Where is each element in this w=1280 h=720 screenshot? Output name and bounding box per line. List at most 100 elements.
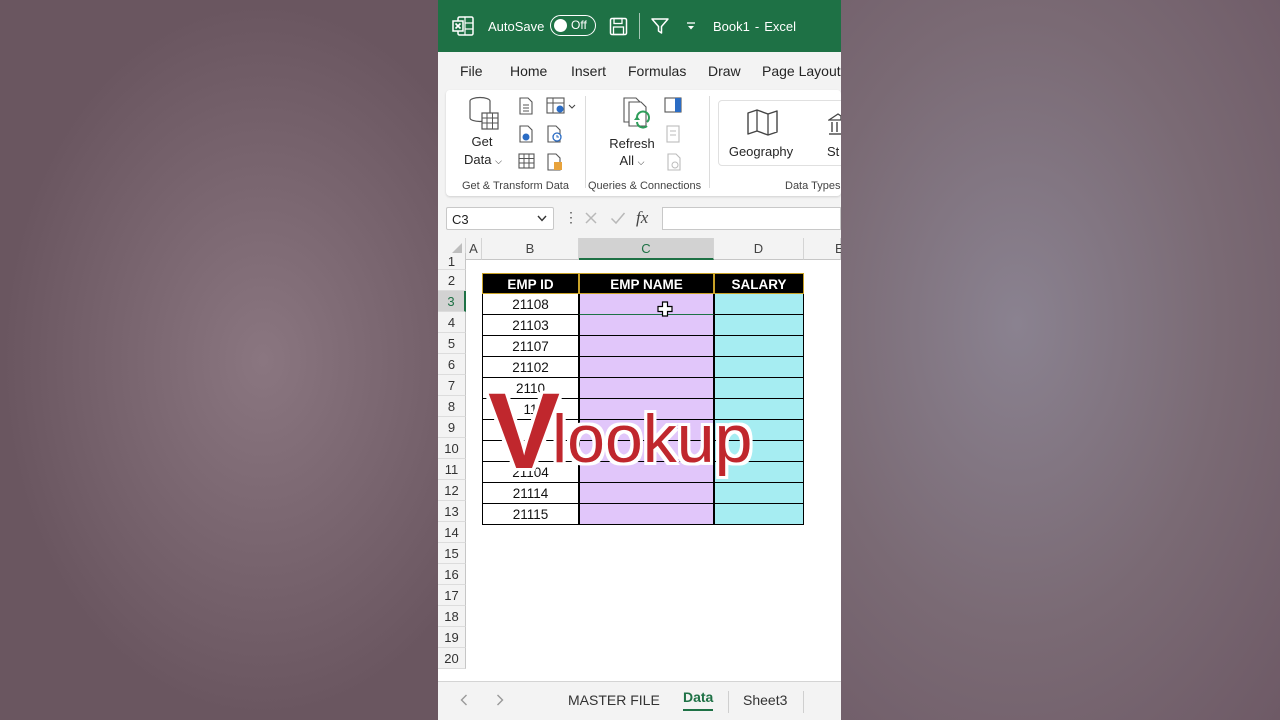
group-label-queries: Queries & Connections [588, 180, 702, 192]
row-header[interactable]: 10 [438, 438, 466, 459]
scroll-right-icon[interactable] [496, 694, 504, 706]
column-header-a[interactable]: A [466, 238, 482, 260]
geography-label[interactable]: Geography [724, 144, 798, 159]
app-name: Excel [764, 18, 797, 34]
table-header-cell[interactable]: SALARY [714, 273, 804, 294]
cancel-icon[interactable] [584, 211, 598, 225]
scroll-left-icon[interactable] [460, 694, 468, 706]
tab-insert[interactable]: Insert [571, 63, 606, 79]
overlay-rest: lookup [552, 401, 753, 477]
sheet-tab-bar: MASTER FILE Data Sheet3 [438, 681, 841, 720]
tab-divider [803, 691, 804, 713]
chevron-down-icon: ⌵ [495, 156, 502, 166]
row-header[interactable]: 16 [438, 564, 466, 585]
row-header[interactable]: 14 [438, 522, 466, 543]
edit-links-icon[interactable] [666, 153, 682, 176]
from-table-icon[interactable] [518, 153, 535, 174]
row-header[interactable]: 6 [438, 354, 466, 375]
ribbon-data: Get Data ⌵ Get & Transform Data Refresh … [446, 90, 841, 196]
salary-cell[interactable] [714, 336, 804, 357]
save-icon[interactable] [609, 0, 628, 52]
more-options-icon[interactable]: ⋮ [564, 210, 578, 224]
get-data-label-2-text: Data [464, 152, 492, 167]
filename: Book1 [713, 18, 750, 34]
refresh-label-2-text: All [619, 153, 634, 168]
column-header-d[interactable]: D [714, 238, 804, 260]
emp-name-cell[interactable] [579, 336, 714, 357]
emp-name-cell[interactable] [579, 315, 714, 336]
sheet-tab-master-file[interactable]: MASTER FILE [568, 692, 660, 708]
row-header[interactable]: 17 [438, 585, 466, 606]
emp-id-cell[interactable]: 21103 [482, 315, 579, 336]
row-header[interactable]: 11 [438, 459, 466, 480]
stocks-icon[interactable] [826, 112, 841, 141]
stocks-label[interactable]: St [827, 144, 841, 159]
row-header[interactable]: 1 [438, 253, 466, 270]
column-header-e[interactable]: E [804, 238, 841, 260]
column-header-b[interactable]: B [482, 238, 579, 260]
cell-cursor-icon [657, 301, 673, 317]
row-header[interactable]: 7 [438, 375, 466, 396]
table-header-cell[interactable]: EMP NAME [579, 273, 714, 294]
get-data-label-1: Get [471, 134, 493, 149]
enter-icon[interactable] [610, 211, 626, 225]
autosave-toggle[interactable]: Off [550, 15, 596, 36]
customize-toolbar-icon[interactable] [686, 0, 696, 52]
vlookup-overlay-title: Vlookup [488, 368, 752, 493]
row-header[interactable]: 13 [438, 501, 466, 522]
overlay-big-letter: V [488, 370, 561, 491]
column-header-c[interactable]: C [579, 238, 714, 260]
row-header[interactable]: 9 [438, 417, 466, 438]
row-header[interactable]: 8 [438, 396, 466, 417]
emp-id-cell[interactable]: 21107 [482, 336, 579, 357]
row-header[interactable]: 4 [438, 312, 466, 333]
properties-icon[interactable] [666, 125, 680, 148]
formula-bar: C3 ⋮ fx [438, 200, 841, 238]
autosave-label: AutoSave [488, 18, 545, 34]
geography-icon[interactable] [746, 108, 780, 141]
existing-connections-icon[interactable] [546, 153, 564, 176]
row-header[interactable]: 2 [438, 270, 466, 291]
table-header-cell[interactable]: EMP ID [482, 273, 579, 294]
recent-sources-icon[interactable] [546, 125, 564, 148]
tab-page-layout[interactable]: Page Layout [762, 63, 841, 79]
queries-pane-icon[interactable] [664, 97, 682, 118]
background-blur-left [0, 0, 438, 720]
name-box[interactable]: C3 [446, 207, 554, 230]
row-header[interactable]: 3 [438, 291, 466, 312]
ribbon-separator [709, 96, 710, 188]
from-web-icon[interactable] [518, 125, 534, 148]
row-header[interactable]: 15 [438, 543, 466, 564]
salary-cell[interactable] [714, 315, 804, 336]
titlebar-divider [639, 13, 640, 39]
refresh-all-icon[interactable] [620, 96, 654, 137]
emp-id-cell[interactable]: 21115 [482, 504, 579, 525]
toggle-knob [554, 18, 567, 32]
excel-logo-icon [452, 0, 474, 52]
row-header[interactable]: 5 [438, 333, 466, 354]
tab-file[interactable]: File [460, 63, 483, 79]
row-header[interactable]: 19 [438, 627, 466, 648]
emp-name-cell[interactable] [579, 504, 714, 525]
sheet-tab-sheet3[interactable]: Sheet3 [743, 692, 787, 708]
salary-cell[interactable] [714, 504, 804, 525]
filter-icon[interactable] [650, 0, 670, 52]
from-picture-icon[interactable] [546, 97, 576, 120]
emp-id-cell[interactable]: 21108 [482, 294, 579, 315]
insert-function-icon[interactable]: fx [636, 208, 648, 228]
get-data-icon[interactable] [468, 96, 500, 137]
row-header[interactable]: 18 [438, 606, 466, 627]
tab-formulas[interactable]: Formulas [628, 63, 686, 79]
tab-draw[interactable]: Draw [708, 63, 741, 79]
emp-name-cell-selected[interactable] [579, 294, 714, 315]
excel-window: AutoSave Off Book1 - Excel File Home Ins… [438, 0, 841, 720]
row-header[interactable]: 12 [438, 480, 466, 501]
formula-input[interactable] [662, 207, 841, 230]
row-header[interactable]: 20 [438, 648, 466, 669]
salary-cell[interactable] [714, 294, 804, 315]
tab-home[interactable]: Home [510, 63, 547, 79]
title-separator: - [754, 18, 760, 34]
sheet-tab-data[interactable]: Data [683, 689, 714, 711]
from-text-icon[interactable] [518, 97, 534, 120]
tab-divider [728, 691, 729, 713]
